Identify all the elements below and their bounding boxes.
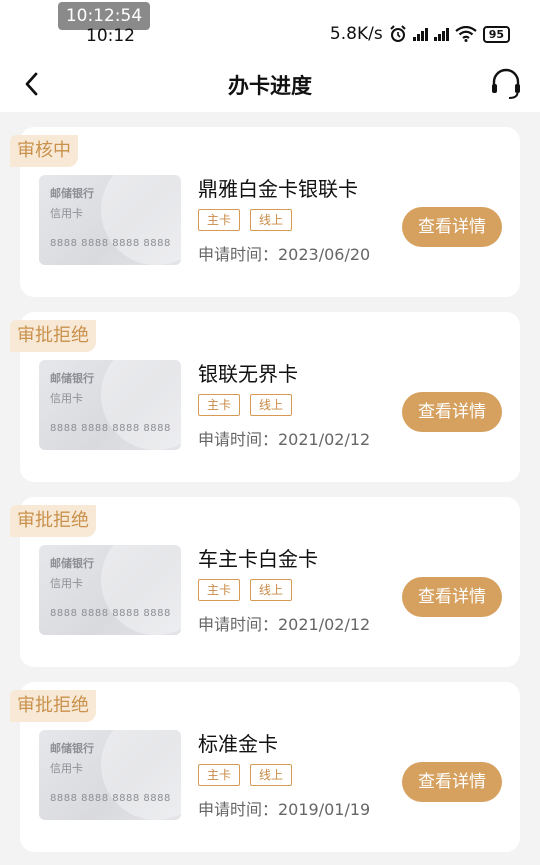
- network-speed: 5.8K/s: [329, 24, 383, 44]
- card-badges: 主卡 线上: [198, 209, 293, 231]
- badge-online: 线上: [250, 394, 293, 416]
- card-product-name: 鼎雅白金卡银联卡: [198, 177, 358, 201]
- view-details-button[interactable]: 查看详情: [402, 392, 502, 432]
- card-image-bank: 邮储银行: [50, 372, 94, 385]
- customer-service-headset-icon[interactable]: [488, 66, 524, 102]
- alarm-icon: [389, 25, 406, 42]
- card-badges: 主卡 线上: [198, 579, 293, 601]
- signal-hd-icon-2: [433, 27, 449, 41]
- credit-card-image: 邮储银行 信用卡 8888 8888 8888 8888: [39, 360, 181, 450]
- badge-online: 线上: [250, 209, 293, 231]
- card-image-number: 8888 8888 8888 8888: [50, 423, 171, 434]
- status-bar: 10:12:54 10:12 5.8K/s 95: [0, 0, 540, 58]
- application-card: 审批拒绝 邮储银行 信用卡 8888 8888 8888 8888 标准金卡 主…: [10, 682, 520, 852]
- status-tag: 审批拒绝: [10, 320, 96, 352]
- application-date: 申请时间：2019/01/19: [198, 800, 371, 819]
- card-image-type: 信用卡: [50, 392, 83, 405]
- card-product-name: 银联无界卡: [198, 362, 298, 386]
- card-image-bank: 邮储银行: [50, 557, 94, 570]
- badge-primary-card: 主卡: [198, 764, 241, 786]
- application-card: 审批拒绝 邮储银行 信用卡 8888 8888 8888 8888 车主卡白金卡…: [10, 497, 520, 667]
- wifi-icon: [455, 26, 477, 42]
- page-header: 办卡进度: [0, 58, 540, 112]
- signal-hd-icon-1: [412, 27, 428, 41]
- badge-primary-card: 主卡: [198, 579, 241, 601]
- badge-online: 线上: [250, 579, 293, 601]
- application-card: 审批拒绝 邮储银行 信用卡 8888 8888 8888 8888 银联无界卡 …: [10, 312, 520, 482]
- application-card: 审核中 邮储银行 信用卡 8888 8888 8888 8888 鼎雅白金卡银联…: [10, 127, 520, 297]
- application-date: 申请时间：2021/02/12: [198, 430, 371, 449]
- card-image-number: 8888 8888 8888 8888: [50, 238, 171, 249]
- credit-card-image: 邮储银行 信用卡 8888 8888 8888 8888: [39, 545, 181, 635]
- credit-card-image: 邮储银行 信用卡 8888 8888 8888 8888: [39, 730, 181, 820]
- status-tag: 审核中: [10, 135, 78, 167]
- card-image-number: 8888 8888 8888 8888: [50, 608, 171, 619]
- badge-primary-card: 主卡: [198, 209, 241, 231]
- application-date: 申请时间：2023/06/20: [198, 245, 371, 264]
- card-image-bank: 邮储银行: [50, 742, 94, 755]
- view-details-button[interactable]: 查看详情: [402, 207, 502, 247]
- card-image-number: 8888 8888 8888 8888: [50, 793, 171, 804]
- card-image-type: 信用卡: [50, 577, 83, 590]
- status-tag: 审批拒绝: [10, 690, 96, 722]
- page-title: 办卡进度: [228, 74, 312, 98]
- credit-card-image: 邮储银行 信用卡 8888 8888 8888 8888: [39, 175, 181, 265]
- card-image-type: 信用卡: [50, 762, 83, 775]
- application-date: 申请时间：2021/02/12: [198, 615, 371, 634]
- card-product-name: 标准金卡: [198, 732, 278, 756]
- clock: 10:12: [86, 26, 135, 46]
- battery-icon: 95: [482, 25, 510, 43]
- card-image-bank: 邮储银行: [50, 187, 94, 200]
- card-badges: 主卡 线上: [198, 764, 293, 786]
- badge-online: 线上: [250, 764, 293, 786]
- card-product-name: 车主卡白金卡: [198, 547, 318, 571]
- card-image-type: 信用卡: [50, 207, 83, 220]
- view-details-button[interactable]: 查看详情: [402, 577, 502, 617]
- status-tag: 审批拒绝: [10, 505, 96, 537]
- badge-primary-card: 主卡: [198, 394, 241, 416]
- card-badges: 主卡 线上: [198, 394, 293, 416]
- status-icons: 5.8K/s 95: [330, 24, 510, 44]
- view-details-button[interactable]: 查看详情: [402, 762, 502, 802]
